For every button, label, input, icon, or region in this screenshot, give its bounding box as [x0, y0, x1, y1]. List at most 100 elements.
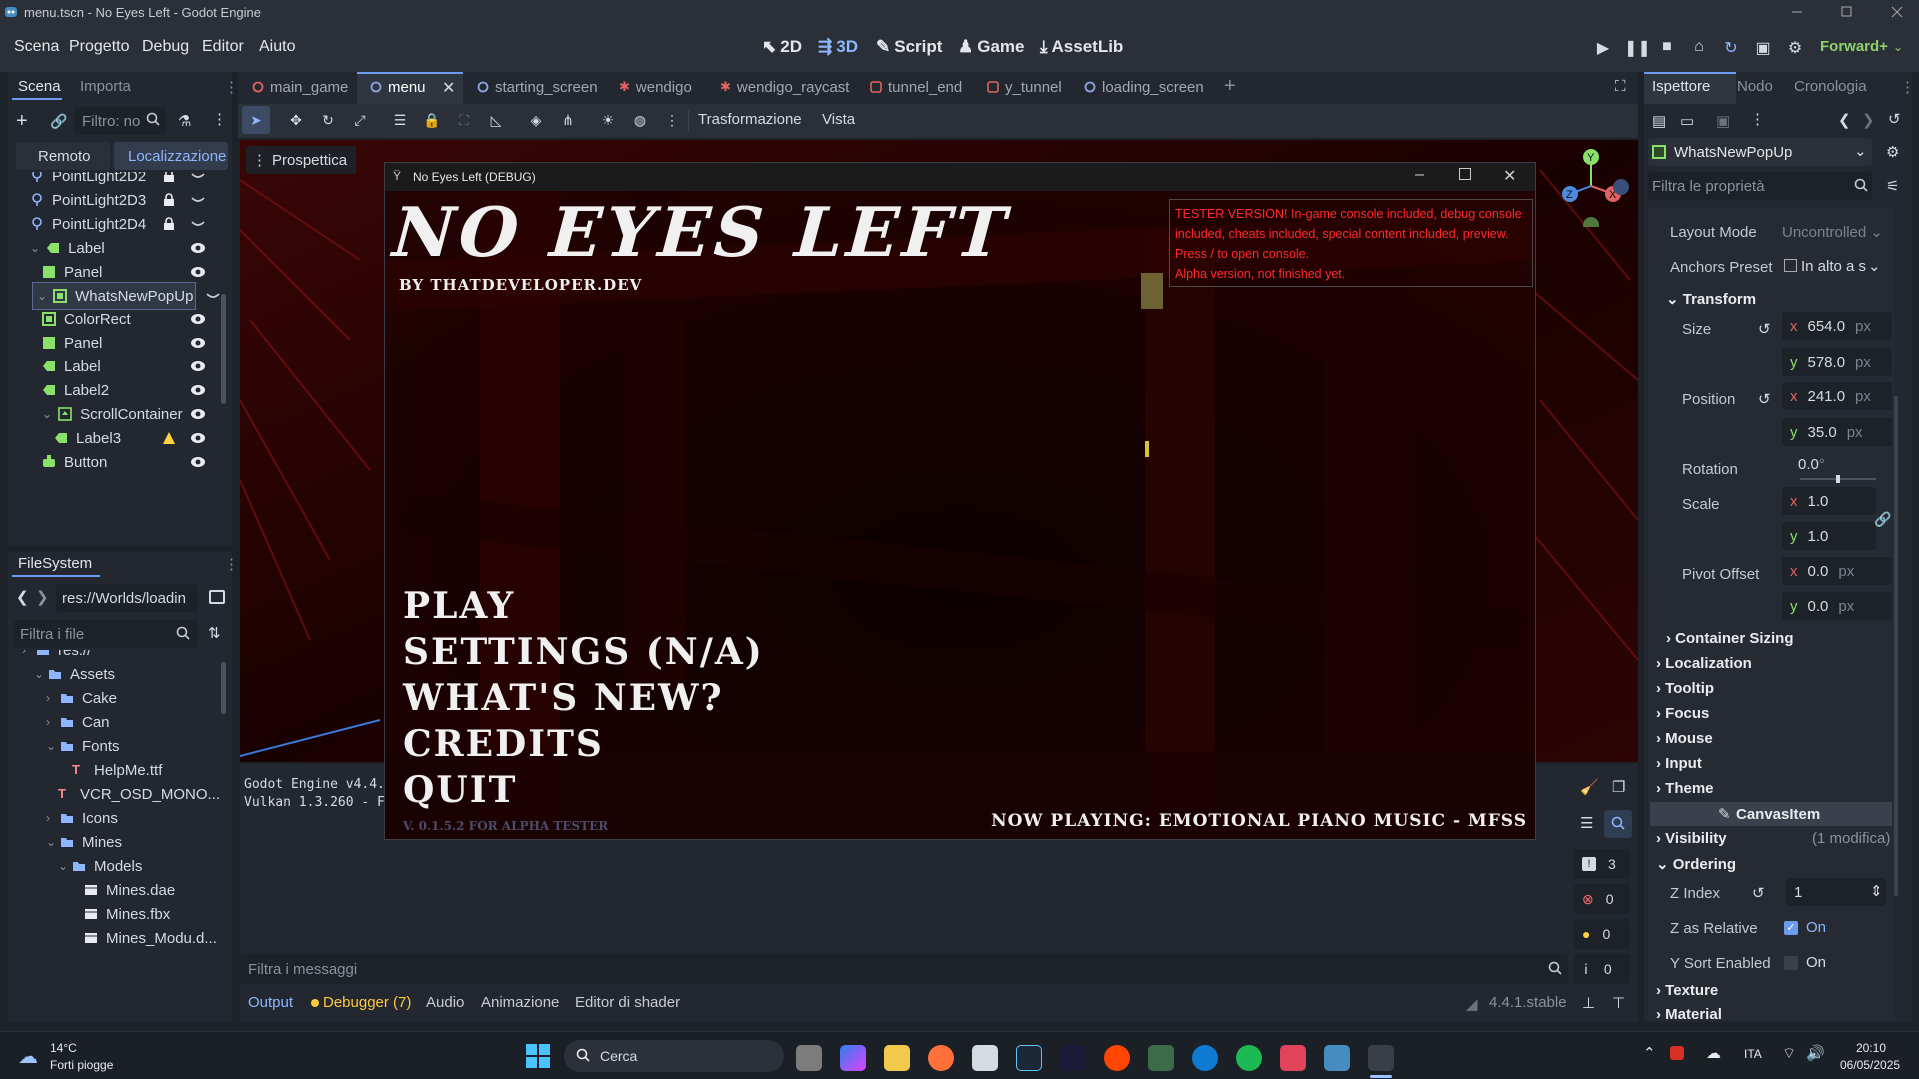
script-attach-icon[interactable]: ⚗ — [178, 112, 191, 130]
workspace-2d-button[interactable]: ⬉ 2D — [762, 37, 802, 57]
transform-menu[interactable]: Trasformazione — [698, 111, 802, 128]
visibility-hidden-icon[interactable] — [190, 172, 206, 184]
tab-filesystem[interactable]: FileSystem — [18, 555, 92, 572]
dock-menu-icon[interactable]: ⋮ — [224, 78, 239, 96]
chevron-down-icon[interactable]: ⌄ — [46, 739, 56, 753]
visibility-icon[interactable] — [190, 240, 206, 256]
sort-icon[interactable]: ⇅ — [208, 624, 221, 642]
pin-icon[interactable]: ⊥ — [1582, 994, 1595, 1012]
z-index-spinbox[interactable]: 1 ⇕ — [1786, 878, 1886, 906]
size-y-field[interactable]: y 578.0 px — [1782, 348, 1892, 376]
more-icon[interactable]: ⋮ — [662, 110, 682, 130]
perspective-button[interactable]: ⋮ Prospettica — [246, 146, 356, 174]
scene-scrollbar[interactable] — [221, 294, 226, 404]
chevron-down-icon[interactable]: ⌄ — [34, 667, 44, 681]
visibility-icon[interactable] — [190, 430, 206, 446]
weather-desc[interactable]: Forti piogge — [50, 1058, 113, 1072]
search-toggle[interactable] — [1604, 810, 1632, 838]
settings-button[interactable]: SETTINGS (N/A) — [403, 629, 764, 675]
visibility-icon[interactable] — [190, 264, 206, 280]
copy-icon[interactable]: ❐ — [1612, 778, 1625, 796]
debug-game-taskbar-icon[interactable] — [1368, 1045, 1394, 1071]
tab-node[interactable]: Nodo — [1737, 78, 1773, 95]
tab-loading-screen[interactable]: loading_screen — [1084, 76, 1204, 98]
godot-taskbar-icon[interactable] — [1324, 1045, 1350, 1071]
pivot-x-field[interactable]: x 0.0 px — [1782, 557, 1892, 585]
tab-menu[interactable]: menu — [370, 76, 426, 98]
remote-button[interactable]: Remoto — [16, 142, 110, 170]
tab-starting-screen[interactable]: starting_screen — [477, 76, 598, 98]
anchors-preset-select[interactable]: In alto a s ⌄ — [1782, 252, 1892, 280]
tab-wendigo[interactable]: ✱ wendigo — [619, 76, 692, 98]
snap-icon[interactable]: ⋔ — [558, 110, 578, 130]
view-menu[interactable]: Vista — [822, 111, 855, 128]
chevron-right-icon[interactable]: › — [46, 691, 54, 705]
clear-output-icon[interactable]: 🧹 — [1580, 778, 1599, 796]
game-window[interactable]: Ÿ No Eyes Left (DEBUG) – ✕ NO EYES LEFT … — [384, 162, 1536, 840]
play-icon[interactable]: ▶ — [1592, 38, 1614, 60]
lock-icon[interactable] — [162, 217, 176, 231]
inspector-scrollbar[interactable] — [1894, 396, 1898, 896]
weather-icon[interactable]: ☁ — [18, 1044, 38, 1069]
workspace-assetlib-button[interactable]: ⤓ AssetLib — [1040, 37, 1123, 57]
chevron-down-icon[interactable]: ⌄ — [37, 289, 47, 303]
position-x-field[interactable]: x 241.0 px — [1782, 382, 1892, 410]
game-launcher-icon[interactable] — [1060, 1045, 1086, 1071]
version-label[interactable]: 4.4.1.stable — [1489, 994, 1567, 1011]
chevron-down-icon[interactable]: ⌄ — [42, 407, 52, 421]
maximize-icon[interactable] — [1840, 5, 1854, 19]
gmail-icon[interactable] — [1670, 1046, 1684, 1060]
visibility-icon[interactable] — [190, 382, 206, 398]
open-folder-icon[interactable]: ▭ — [1680, 112, 1694, 130]
file-item[interactable]: Mines_Modu.d... — [10, 924, 220, 952]
tooltip-section[interactable]: › Tooltip — [1656, 680, 1714, 697]
localization-section[interactable]: › Localization — [1656, 655, 1752, 672]
history-back-icon[interactable]: ❮ — [1838, 111, 1851, 129]
taskview-icon[interactable] — [796, 1045, 822, 1071]
credits-button[interactable]: CREDITS — [403, 721, 764, 767]
scale-y-field[interactable]: y 1.0 — [1782, 522, 1876, 550]
minimize-icon[interactable]: – — [1415, 166, 1424, 184]
canvas-item-header[interactable]: ✎ CanvasItem — [1650, 802, 1892, 826]
tab-history[interactable]: Cronologia — [1794, 78, 1867, 95]
layout-mode-select[interactable]: Uncontrolled ⌄ — [1778, 218, 1890, 246]
list-select-icon[interactable]: ☰ — [390, 110, 410, 130]
visibility-icon[interactable] — [190, 358, 206, 374]
workspace-3d-button[interactable]: ⇶ 3D — [818, 37, 858, 57]
scene-menu-icon[interactable]: ⋮ — [212, 110, 227, 128]
rotation-grabber[interactable] — [1836, 475, 1840, 483]
pivot-y-field[interactable]: y 0.0 px — [1782, 592, 1892, 620]
visibility-hidden-icon[interactable] — [205, 288, 221, 304]
file-filter-input[interactable]: Filtra i file — [14, 620, 198, 648]
pause-icon[interactable]: ❚❚ — [1624, 38, 1651, 60]
clock-date[interactable]: 06/05/2025 — [1840, 1058, 1900, 1072]
close-icon[interactable]: ✕ — [1503, 166, 1516, 186]
group-icon[interactable]: ⛶ — [454, 110, 474, 130]
movie-icon[interactable]: ▣ — [1752, 38, 1774, 60]
profiler-icon[interactable]: ⚙ — [1784, 38, 1806, 60]
menu-help[interactable]: Aiuto — [259, 38, 295, 56]
tab-y-tunnel[interactable]: y_tunnel — [987, 76, 1062, 98]
log-count-badge[interactable]: ! 3 — [1574, 849, 1630, 879]
expand-panel-icon[interactable]: ⊤ — [1612, 994, 1625, 1012]
filter-settings-icon[interactable]: ⚟ — [1886, 177, 1899, 195]
reset-position-icon[interactable]: ↺ — [1758, 390, 1771, 408]
workspace-script-button[interactable]: ✎ Script — [876, 37, 942, 57]
history-forward-icon[interactable]: ❯ — [1862, 111, 1875, 129]
tab-wendigo-raycast[interactable]: ✱ wendigo_raycast — [720, 76, 849, 98]
warning-count-badge[interactable]: ● 0 — [1574, 919, 1630, 949]
quit-button[interactable]: QUIT — [403, 767, 764, 813]
firefox-icon[interactable] — [928, 1045, 954, 1071]
tab-inspector[interactable]: Ispettore — [1652, 78, 1710, 95]
fullscreen-icon[interactable]: ⛶ — [1615, 78, 1626, 95]
tab-audio[interactable]: Audio — [426, 994, 464, 1011]
move-icon[interactable]: ✥ — [286, 110, 306, 130]
play-button[interactable]: PLAY — [403, 583, 764, 629]
store-icon[interactable] — [972, 1045, 998, 1071]
windows-start-icon[interactable] — [526, 1044, 550, 1068]
local-space-icon[interactable]: ◈ — [526, 110, 546, 130]
forward-icon[interactable]: ❯ — [36, 588, 49, 606]
input-section[interactable]: › Input — [1656, 755, 1702, 772]
split-view-icon[interactable] — [209, 590, 225, 604]
more-icon[interactable]: ⋮ — [1750, 110, 1765, 128]
